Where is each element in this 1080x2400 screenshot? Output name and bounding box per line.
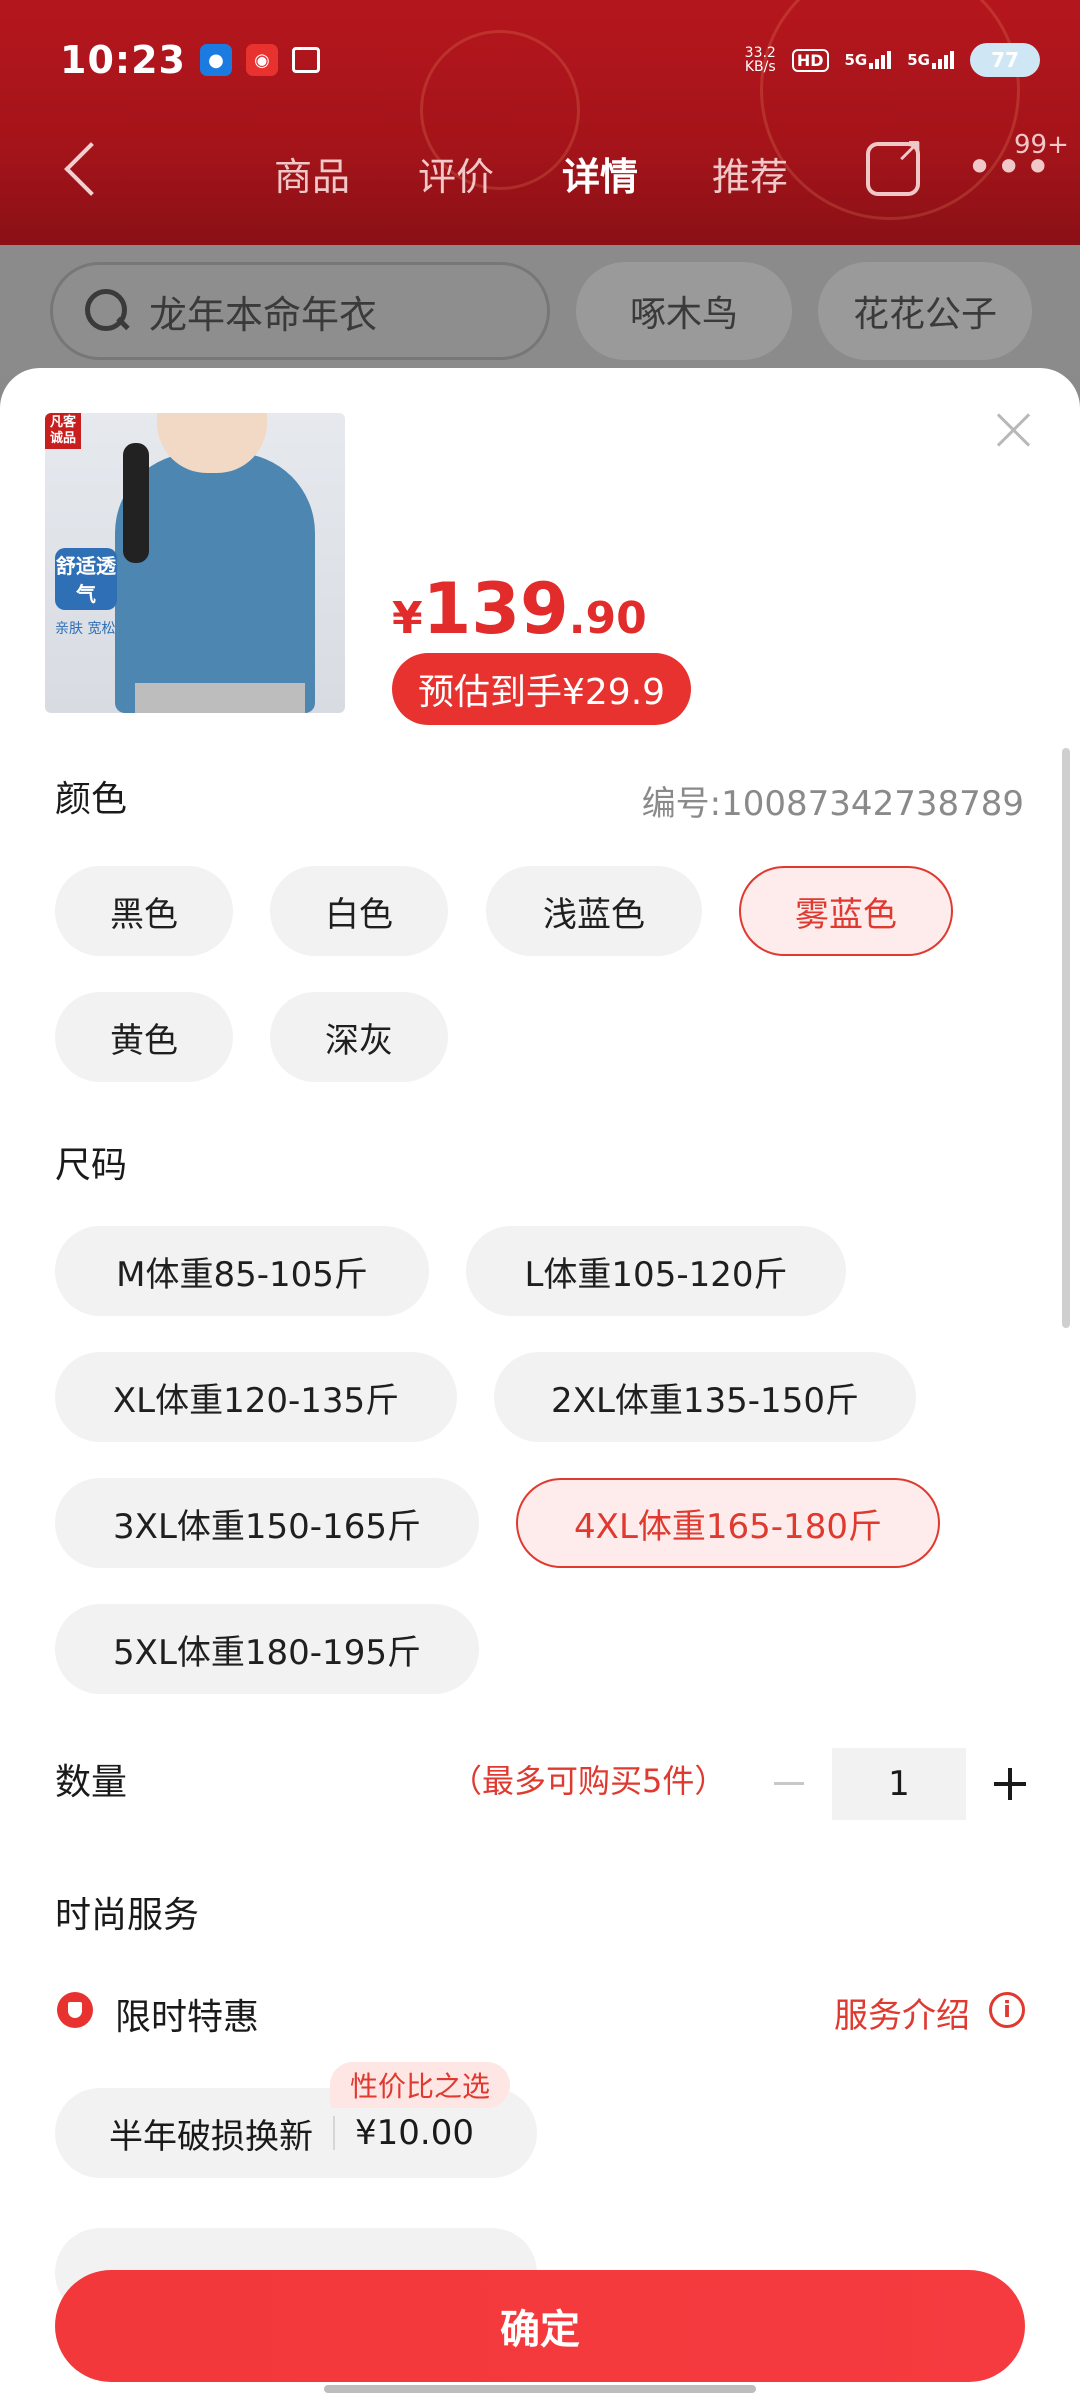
network-speed: 33.2 KB/s	[744, 45, 776, 75]
search-input[interactable]: 龙年本命年衣	[50, 262, 550, 360]
signal-icon: 5G	[845, 51, 892, 69]
color-title: 颜色	[55, 779, 128, 820]
service-option-tag: 性价比之选	[330, 2062, 511, 2108]
status-time: 10:23	[60, 38, 186, 82]
color-option[interactable]: 黄色	[55, 992, 233, 1082]
service-name: 限时特惠	[115, 1997, 260, 2038]
calendar-icon	[291, 47, 320, 73]
product-nav: 商品 评价 详情 推荐 ••• 99+	[0, 120, 1080, 220]
scrollbar[interactable]	[1062, 748, 1070, 1328]
color-option[interactable]: 浅蓝色	[486, 866, 702, 956]
tab-reviews[interactable]: 评价	[418, 146, 494, 201]
backpack-strap-graphic	[123, 443, 149, 563]
size-option[interactable]: M体重85-105斤	[55, 1226, 429, 1316]
app-notification-icon: ●	[199, 44, 232, 76]
divider	[333, 2116, 335, 2150]
color-option[interactable]: 白色	[270, 866, 448, 956]
home-indicator[interactable]	[324, 2385, 756, 2393]
size-option[interactable]: 3XL体重150-165斤	[55, 1478, 479, 1568]
page-header: 10:23 ● ◉ 33.2 KB/s HD 5G 5G 77 商品 评价 详情…	[0, 0, 1080, 245]
back-icon[interactable]	[62, 142, 102, 198]
status-bar: 10:23 ● ◉ 33.2 KB/s HD 5G 5G 77	[60, 30, 1040, 90]
tab-recommend[interactable]: 推荐	[712, 146, 788, 201]
service-option-price: ¥10.00	[355, 2113, 474, 2153]
size-option[interactable]: 5XL体重180-195斤	[55, 1604, 479, 1694]
plus-icon[interactable]	[994, 1768, 1026, 1800]
shield-icon	[57, 1992, 93, 2028]
color-option[interactable]: 深灰	[270, 992, 448, 1082]
size-title: 尺码	[55, 1145, 128, 1186]
info-icon[interactable]: i	[989, 1992, 1025, 2028]
product-image[interactable]: 凡客诚品 舒适透气 亲肤 宽松	[45, 413, 345, 713]
brand-tag: 凡客诚品	[45, 413, 81, 449]
search-chip[interactable]: 啄木鸟	[576, 262, 792, 360]
shop-notification-icon: ◉	[245, 44, 278, 76]
service-intro-link[interactable]: 服务介绍	[834, 1988, 970, 2037]
close-icon[interactable]	[992, 408, 1036, 452]
search-icon	[83, 287, 131, 335]
search-placeholder: 龙年本命年衣	[149, 292, 378, 337]
quantity-limit: （最多可购买5件）	[450, 1762, 727, 1800]
color-option[interactable]: 黑色	[55, 866, 233, 956]
image-sublabel: 亲肤 宽松	[55, 621, 116, 637]
service-section-title: 时尚服务	[55, 1895, 200, 1936]
search-chip[interactable]: 花花公子	[818, 262, 1032, 360]
estimated-price-badge: 预估到手¥29.9	[392, 653, 692, 725]
quantity-title: 数量	[55, 1762, 128, 1803]
message-badge: 99+	[1014, 130, 1069, 160]
confirm-button[interactable]: 确定	[55, 2270, 1025, 2382]
hd-icon: HD	[791, 48, 829, 72]
product-code: 编号:10087342738789	[641, 784, 1024, 824]
size-option-selected[interactable]: 4XL体重165-180斤	[516, 1478, 940, 1568]
signal-icon-2: 5G	[907, 51, 954, 69]
color-option-selected[interactable]: 雾蓝色	[739, 866, 953, 956]
size-option[interactable]: XL体重120-135斤	[55, 1352, 457, 1442]
size-option[interactable]: 2XL体重135-150斤	[494, 1352, 916, 1442]
battery-icon: 77	[970, 43, 1040, 77]
size-option[interactable]: L体重105-120斤	[466, 1226, 846, 1316]
minus-icon[interactable]	[774, 1782, 804, 1785]
pants-graphic	[135, 683, 305, 713]
quantity-input[interactable]: 1	[832, 1748, 966, 1820]
tab-details[interactable]: 详情	[562, 146, 638, 201]
tab-product[interactable]: 商品	[274, 146, 350, 201]
share-icon[interactable]	[866, 130, 924, 196]
price: ¥139.90	[392, 568, 647, 650]
image-label: 舒适透气	[55, 548, 117, 610]
